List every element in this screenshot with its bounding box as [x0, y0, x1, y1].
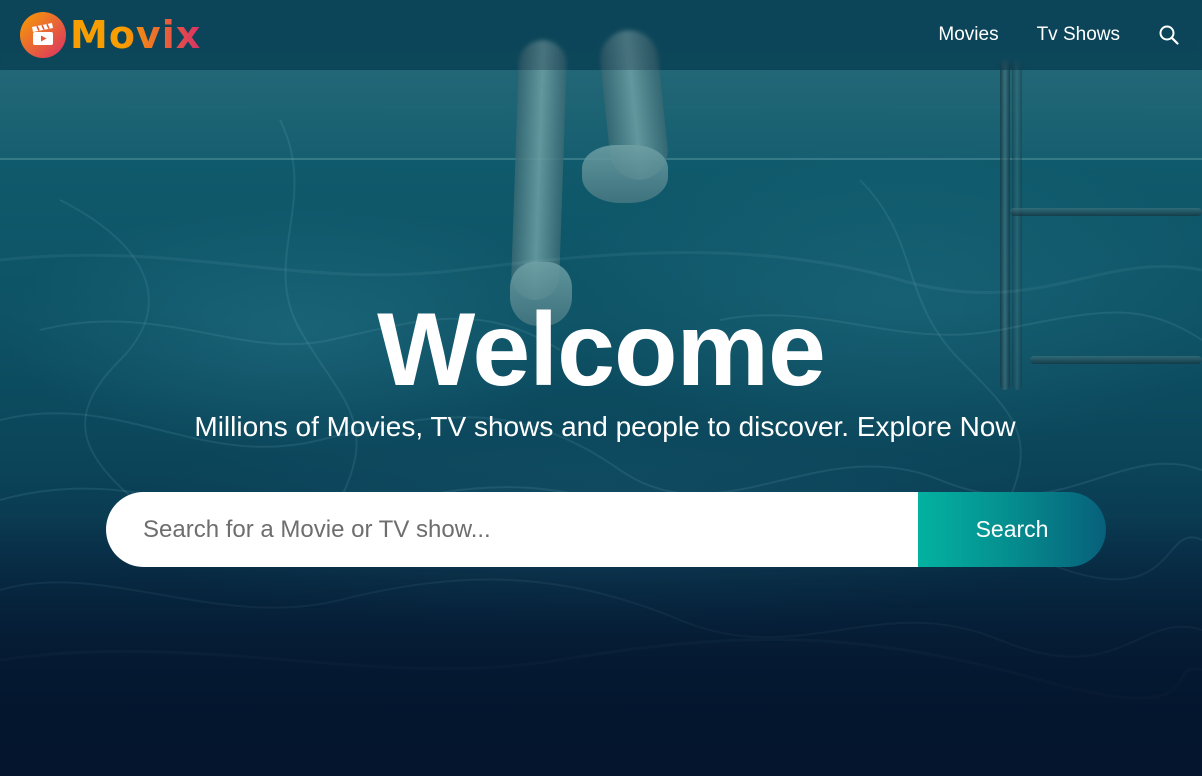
- site-header: Movix Movies Tv Shows: [0, 0, 1202, 70]
- hero-banner: Welcome Millions of Movies, TV shows and…: [0, 0, 1202, 776]
- logo[interactable]: Movix: [20, 12, 201, 58]
- page: Movix Movies Tv Shows Welcome Millions o…: [0, 0, 1202, 776]
- hero-search-bar: Search: [106, 492, 1106, 567]
- nav-item-movies[interactable]: Movies: [938, 24, 998, 46]
- brand-name: Movix: [70, 13, 202, 57]
- search-input[interactable]: [106, 492, 918, 567]
- main-nav: Movies Tv Shows: [900, 22, 1182, 48]
- search-icon[interactable]: [1156, 22, 1182, 48]
- hero-subtitle: Millions of Movies, TV shows and people …: [194, 411, 1016, 442]
- nav-item-tv-shows[interactable]: Tv Shows: [1037, 24, 1120, 46]
- hero-title: Welcome: [377, 292, 826, 408]
- search-button[interactable]: Search: [918, 492, 1106, 567]
- film-clapper-icon: [20, 12, 66, 58]
